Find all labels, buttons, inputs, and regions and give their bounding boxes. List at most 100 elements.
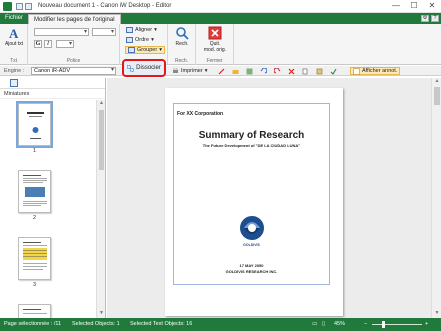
group-search: Rech. Rech. — [168, 24, 196, 65]
status-pages-selected: Page sélectionnée : /11 — [4, 321, 62, 327]
thumbnail-1-preview — [27, 112, 44, 139]
thumbnail-number-1: 1 — [32, 148, 37, 154]
maximize-button[interactable]: ☐ — [405, 0, 423, 12]
thumbnail-pane-toolbar — [0, 78, 105, 89]
add-text-button[interactable]: A Ajout txt — [4, 26, 24, 47]
status-selected-objects: Selected Objects: 1 — [72, 321, 120, 327]
page-company: GOLDIVIS RESEARCH INC. — [225, 269, 278, 274]
font-name-combo[interactable] — [34, 28, 89, 36]
ribbon-tabs: Fichier Modifier les pages de l'original… — [0, 13, 441, 24]
quit-edit-original-button[interactable]: Quit. mod. orig. — [200, 26, 230, 53]
document-page[interactable]: For XX Corporation Summary of Research T… — [165, 88, 343, 316]
group-text: A Ajout txt Txt — [0, 24, 28, 65]
settings-icon[interactable]: ⚙ — [421, 15, 429, 22]
window-controls: — ☐ ✕ — [387, 0, 441, 12]
minimize-button[interactable]: — — [387, 0, 405, 12]
engine-select[interactable]: Canon iR-ADV — [31, 67, 116, 75]
ungroup-icon — [127, 64, 135, 72]
zoom-slider-knob[interactable] — [382, 321, 385, 328]
zoom-level[interactable]: 45% — [334, 318, 345, 331]
redo-arrow-icon[interactable] — [274, 68, 281, 75]
search-button-label: Rech. — [175, 41, 189, 47]
tab-file[interactable]: Fichier — [0, 13, 28, 24]
thumbnail-number-2: 2 — [32, 215, 37, 221]
delete-icon[interactable] — [288, 68, 295, 75]
group-icon — [128, 47, 135, 53]
ungroup-button-highlight[interactable]: Dissocier — [122, 59, 166, 77]
undo-arrow-icon[interactable] — [260, 68, 267, 75]
scrollbar-thumb[interactable] — [99, 110, 104, 170]
help-icon[interactable]: ? — [431, 15, 439, 22]
group-label-font: Police — [66, 58, 81, 64]
scroll-up-icon[interactable]: ▲ — [97, 100, 106, 108]
group-label: Grouper — [137, 47, 158, 53]
goldivis-logo-icon — [240, 216, 264, 240]
search-button[interactable]: Rech. — [173, 26, 191, 47]
thumbnail-number-3: 3 — [32, 282, 37, 288]
secondary-toolbar: Engine : Canon iR-ADV Imprimer▾ Afficher… — [0, 66, 441, 76]
thumbnail-page-1[interactable] — [16, 101, 53, 148]
quick-access-toolbar — [16, 2, 32, 10]
zoom-in-icon[interactable]: + — [425, 318, 428, 331]
group-close: Quit. mod. orig. Fermer — [196, 24, 234, 65]
thumbnail-view-icon[interactable] — [10, 79, 18, 87]
undo-icon[interactable] — [25, 2, 32, 10]
status-selected-text-objects: Selected Text Objects: 16 — [130, 321, 193, 327]
save-icon[interactable] — [16, 2, 23, 10]
thumbnail-page-3[interactable] — [18, 237, 51, 280]
text-add-icon: A — [9, 26, 19, 40]
thumbnail-scrollbar[interactable]: ▲ ▼ — [96, 100, 105, 318]
print-label: Imprimer — [181, 68, 203, 74]
thumbnail-2-preview — [23, 175, 47, 206]
bold-button[interactable]: G — [34, 40, 42, 48]
font-color-combo[interactable] — [56, 40, 74, 48]
thumbnail-list: 1 2 3 — [0, 100, 96, 320]
group-font: G I Police — [28, 24, 120, 65]
fit-width-icon[interactable]: ▯ — [322, 318, 325, 331]
italic-button[interactable]: I — [44, 40, 52, 48]
canvas-scrollbar[interactable]: ▲ ▼ — [431, 78, 441, 318]
folder-icon[interactable] — [232, 68, 239, 75]
group-objects-button[interactable]: Grouper ▾ — [125, 46, 165, 54]
show-annotations-label: Afficher annot. — [362, 68, 398, 74]
printer-icon — [173, 67, 178, 73]
print-button[interactable]: Imprimer ▾ — [172, 67, 207, 75]
add-text-label: Ajout txt — [4, 41, 24, 47]
page-title: Summary of Research — [198, 130, 305, 141]
show-annotations-button[interactable]: Afficher annot. — [350, 67, 401, 75]
app-icon — [3, 1, 12, 11]
engine-label: Engine : — [4, 68, 25, 74]
align-button[interactable]: Aligner ▾ — [126, 27, 157, 33]
tab-edit-original-pages[interactable]: Modifier les pages de l'original — [28, 14, 121, 24]
check-icon[interactable] — [330, 68, 337, 75]
title-bar: Nouveau document 1 - Canon iW Desktop - … — [0, 0, 441, 13]
stamp-icon[interactable] — [218, 68, 225, 75]
canvas-scroll-down-icon[interactable]: ▼ — [432, 310, 441, 318]
close-button[interactable]: ✕ — [423, 0, 441, 12]
svg-text:A: A — [9, 26, 19, 40]
close-red-icon — [208, 26, 222, 40]
canvas-scroll-up-icon[interactable]: ▲ — [432, 78, 441, 86]
thumbnail-pane-title: Miniatures — [0, 89, 105, 99]
page-content-frame[interactable]: For XX Corporation Summary of Research T… — [173, 103, 330, 285]
annotation-icon[interactable] — [246, 68, 253, 75]
font-size-combo[interactable] — [92, 28, 116, 36]
paste-icon[interactable] — [316, 68, 323, 75]
ribbon: A Ajout txt Txt G I Police Aligner▾ Ordr… — [0, 24, 441, 65]
scroll-down-icon[interactable]: ▼ — [97, 310, 106, 318]
search-icon — [176, 27, 189, 40]
ungroup-button[interactable]: Dissocier — [124, 64, 164, 72]
document-canvas[interactable]: For XX Corporation Summary of Research T… — [107, 78, 441, 318]
window-title: Nouveau document 1 - Canon iW Desktop - … — [38, 3, 172, 9]
fit-page-icon[interactable]: ▭ — [312, 318, 317, 331]
align-icon — [126, 27, 133, 33]
canvas-scrollbar-thumb[interactable] — [434, 87, 440, 105]
zoom-slider[interactable] — [372, 321, 422, 328]
order-label: Ordre — [135, 37, 150, 43]
copy-icon[interactable] — [302, 68, 309, 75]
order-button[interactable]: Ordre ▾ — [126, 37, 154, 43]
zoom-out-icon[interactable]: − — [364, 318, 367, 331]
page-for-company: For XX Corporation — [177, 111, 224, 117]
group-label-close: Fermer — [206, 58, 223, 64]
thumbnail-page-2[interactable] — [18, 170, 51, 213]
